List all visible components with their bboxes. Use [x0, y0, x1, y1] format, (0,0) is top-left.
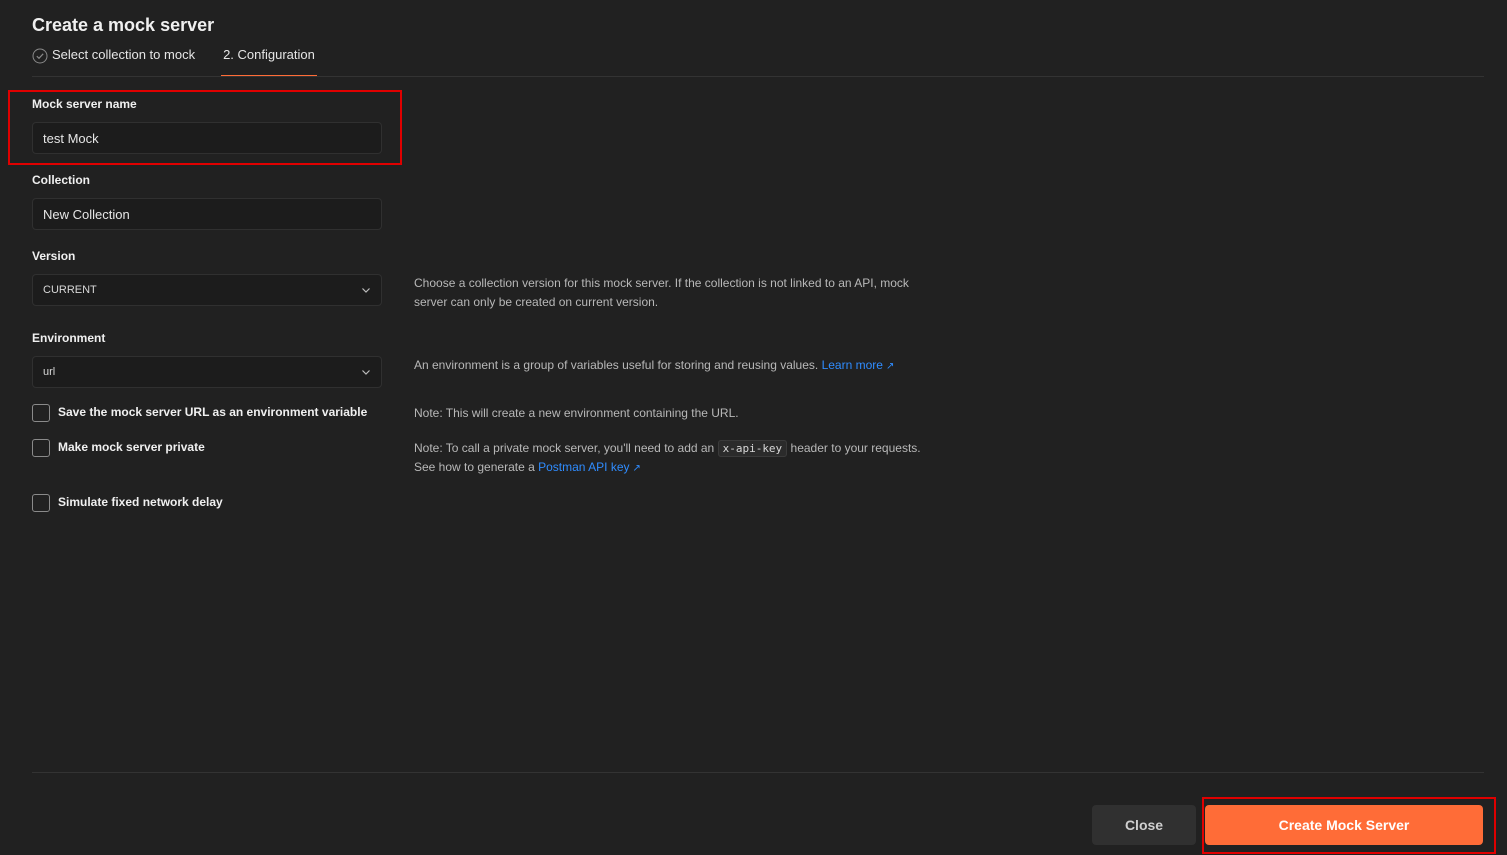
- private-label: Make mock server private: [58, 440, 205, 454]
- external-link-arrow-icon: ↗: [632, 463, 641, 474]
- version-label: Version: [32, 249, 76, 263]
- save-url-checkbox[interactable]: [32, 404, 50, 422]
- chevron-down-icon: [361, 367, 371, 377]
- delay-checkbox[interactable]: [32, 494, 50, 512]
- step-configuration[interactable]: 2. Configuration: [221, 47, 317, 77]
- version-help-text: Choose a collection version for this moc…: [414, 276, 909, 309]
- collection-input[interactable]: [32, 198, 382, 230]
- postman-api-key-link[interactable]: Postman API key ↗: [538, 460, 641, 474]
- wizard-steps: Select collection to mock 2. Configurati…: [32, 47, 317, 77]
- environment-label: Environment: [32, 331, 106, 345]
- check-circle-icon: [32, 48, 48, 64]
- close-button[interactable]: Close: [1092, 805, 1196, 845]
- create-mock-server-button[interactable]: Create Mock Server: [1205, 805, 1483, 845]
- mock-server-name-input[interactable]: [32, 122, 382, 154]
- tabs-divider: [32, 76, 1484, 77]
- delay-checkbox-row[interactable]: Simulate fixed network delay: [32, 494, 223, 512]
- version-select[interactable]: CURRENT: [32, 274, 382, 306]
- environment-help-text: An environment is a group of variables u…: [414, 358, 819, 372]
- step-select-collection[interactable]: Select collection to mock: [32, 47, 195, 77]
- environment-select-value: url: [43, 366, 56, 378]
- private-note: Note: To call a private mock server, you…: [414, 439, 924, 478]
- chevron-down-icon: [361, 285, 371, 295]
- create-mock-server-dialog: Create a mock server Select collection t…: [0, 0, 1507, 855]
- save-url-label: Save the mock server URL as an environme…: [58, 405, 368, 419]
- api-key-header-code: x-api-key: [717, 440, 788, 457]
- private-checkbox-row[interactable]: Make mock server private: [32, 439, 205, 457]
- environment-help: An environment is a group of variables u…: [414, 356, 924, 376]
- private-checkbox[interactable]: [32, 439, 50, 457]
- step-label: 2. Configuration: [223, 47, 315, 62]
- footer-divider: [32, 772, 1484, 773]
- step-label: Select collection to mock: [52, 47, 196, 62]
- save-url-checkbox-row[interactable]: Save the mock server URL as an environme…: [32, 404, 367, 422]
- delay-label: Simulate fixed network delay: [58, 495, 223, 509]
- collection-label: Collection: [32, 173, 91, 187]
- environment-select[interactable]: url: [32, 356, 382, 388]
- version-select-value: CURRENT: [43, 284, 97, 296]
- external-link-arrow-icon: ↗: [885, 361, 895, 372]
- mock-server-name-label: Mock server name: [32, 97, 137, 111]
- page-title: Create a mock server: [32, 15, 215, 35]
- save-url-note: Note: This will create a new environment…: [414, 406, 739, 420]
- private-note-text: Note: To call a private mock server, you…: [414, 441, 715, 455]
- learn-more-link[interactable]: Learn more ↗: [822, 358, 895, 372]
